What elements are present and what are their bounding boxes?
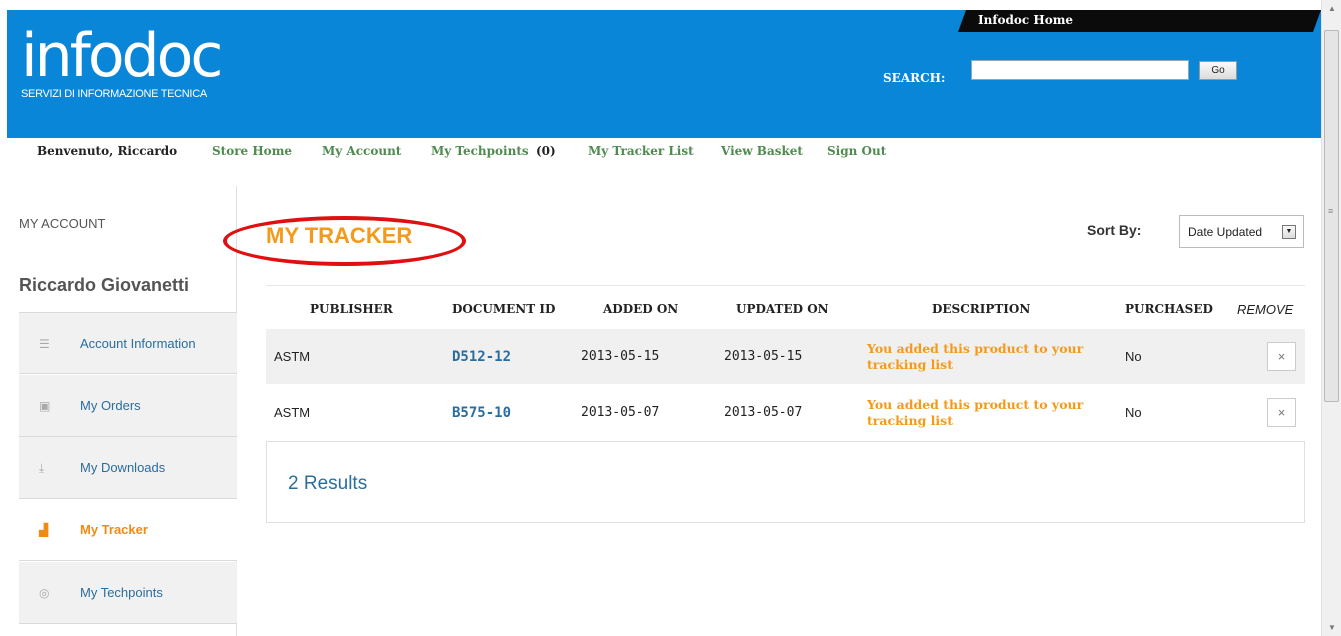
list-icon: ☰: [39, 337, 50, 351]
sort-select[interactable]: Date Updated ▼: [1179, 215, 1304, 248]
infodoc-logo[interactable]: infodoc SERVIZI DI INFORMAZIONE TECNICA: [21, 21, 223, 100]
sidebar-item-label: My Orders: [80, 398, 141, 413]
cell-description: You added this product to your tracking …: [867, 341, 1084, 372]
table-row: ASTM D512-12 2013-05-15 2013-05-15 You a…: [266, 329, 1305, 384]
scroll-down-arrow-icon[interactable]: ▼: [1328, 623, 1336, 632]
sort-selected-value: Date Updated: [1188, 225, 1263, 239]
cell-description: You added this product to your tracking …: [867, 397, 1084, 428]
sidebar-item-label: Account Information: [80, 336, 196, 351]
scroll-thumb[interactable]: ≡: [1324, 30, 1339, 402]
cell-added-on: 2013-05-07: [581, 405, 660, 420]
sidebar-item-my-downloads[interactable]: ⤓ My Downloads: [19, 437, 237, 499]
sidebar-item-label: My Techpoints: [80, 585, 163, 600]
nav-store-home[interactable]: Store Home: [212, 144, 292, 158]
col-header-publisher: PUBLISHER: [310, 302, 393, 316]
nav-my-techpoints[interactable]: My Techpoints: [431, 144, 529, 158]
cell-publisher: ASTM: [274, 349, 311, 364]
search-label: SEARCH:: [883, 71, 946, 85]
cell-added-on: 2013-05-15: [581, 349, 660, 364]
sidebar-item-label: My Tracker: [80, 522, 148, 537]
chevron-down-icon[interactable]: ▼: [1282, 225, 1296, 239]
go-button[interactable]: Go: [1199, 61, 1237, 80]
highlight-oval: [223, 216, 466, 266]
download-icon: ⤓: [39, 461, 45, 475]
col-header-document-id: DOCUMENT ID: [452, 302, 556, 316]
welcome-text: Benvenuto, Riccardo: [37, 144, 178, 158]
results-panel: 2 Results: [266, 441, 1305, 523]
results-count: 2 Results: [288, 473, 368, 494]
tracker-icon: ▟: [39, 523, 49, 537]
cell-updated-on: 2013-05-15: [724, 349, 803, 364]
techpoints-count: (0): [536, 144, 556, 158]
sidebar-title: MY ACCOUNT: [19, 216, 106, 231]
calendar-icon: ▣: [39, 399, 51, 413]
nav-view-basket[interactable]: View Basket: [721, 144, 803, 158]
col-header-purchased: PURCHASED: [1125, 302, 1213, 316]
scroll-grip-icon: ≡: [1328, 206, 1334, 216]
infodoc-home-link[interactable]: Infodoc Home: [978, 10, 1073, 32]
table-row: ASTM B575-10 2013-05-07 2013-05-07 You a…: [266, 385, 1305, 440]
sidebar-item-my-tracker[interactable]: ▟ My Tracker: [19, 499, 237, 561]
col-header-remove: REMOVE: [1237, 302, 1294, 317]
cell-publisher: ASTM: [274, 405, 311, 420]
user-name: Riccardo Giovanetti: [19, 275, 190, 295]
col-header-added-on: ADDED ON: [603, 302, 679, 316]
logo-tagline: SERVIZI DI INFORMAZIONE TECNICA: [21, 88, 207, 100]
cell-document-id-link[interactable]: D512-12: [452, 349, 511, 365]
sidebar-item-account-information[interactable]: ☰ Account Information: [19, 312, 237, 374]
cell-purchased: No: [1125, 349, 1142, 364]
remove-button[interactable]: ×: [1267, 398, 1296, 427]
sidebar-item-my-techpoints[interactable]: ◎ My Techpoints: [19, 562, 237, 624]
logo-wordmark: infodoc: [21, 21, 223, 91]
col-header-updated-on: UPDATED ON: [736, 302, 829, 316]
table-divider: [266, 285, 1305, 286]
scroll-up-arrow-icon[interactable]: ▲: [1328, 4, 1336, 13]
cell-purchased: No: [1125, 405, 1142, 420]
nav-my-tracker-list[interactable]: My Tracker List: [588, 144, 694, 158]
nav-sign-out[interactable]: Sign Out: [827, 144, 886, 158]
page-scrollbar[interactable]: ▲ ≡ ▼: [1321, 0, 1341, 636]
cell-document-id-link[interactable]: B575-10: [452, 405, 511, 421]
cell-updated-on: 2013-05-07: [724, 405, 803, 420]
remove-button[interactable]: ×: [1267, 342, 1296, 371]
col-header-description: DESCRIPTION: [932, 302, 1031, 316]
coins-icon: ◎: [39, 586, 50, 600]
sidebar-item-my-orders[interactable]: ▣ My Orders: [19, 375, 237, 437]
sidebar-item-label: My Downloads: [80, 460, 166, 475]
search-input[interactable]: [971, 60, 1189, 80]
sort-label: Sort By:: [1087, 222, 1142, 238]
nav-my-account[interactable]: My Account: [322, 144, 401, 158]
